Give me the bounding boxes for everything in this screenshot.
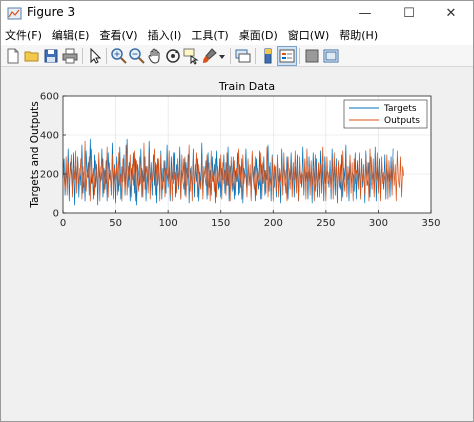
menu-desktop[interactable]: 桌面(D) [239, 27, 278, 43]
window-title: Figure 3 [27, 5, 76, 19]
x-tick-label: 100 [159, 218, 178, 229]
insert-colorbar-icon[interactable] [259, 47, 277, 65]
x-tick-label: 200 [264, 218, 283, 229]
toolbar-separator [255, 48, 256, 64]
rotate-3d-icon[interactable] [164, 47, 182, 65]
data-cursor-icon[interactable] [182, 47, 200, 65]
x-tick-label: 350 [421, 218, 440, 229]
chart-legend[interactable]: Targets Outputs [343, 99, 428, 129]
figure-toolbar [1, 45, 473, 67]
brush-dropdown-icon[interactable] [218, 47, 226, 65]
x-tick-label: 300 [369, 218, 388, 229]
y-tick-label: 200 [40, 170, 59, 181]
zoom-out-icon[interactable] [128, 47, 146, 65]
legend-label-targets: Targets [383, 104, 417, 114]
x-tick-label: 0 [60, 218, 66, 229]
menu-edit[interactable]: 编辑(E) [52, 27, 90, 43]
x-tick-label: 150 [211, 218, 230, 229]
legend-label-outputs: Outputs [384, 116, 420, 126]
menu-window[interactable]: 窗口(W) [288, 27, 329, 43]
figure-canvas: 0 50 100 150 200 250 300 350 0 200 400 600 Train Da… [1, 68, 473, 421]
select-arrow-icon[interactable] [86, 47, 104, 65]
brush-icon[interactable] [200, 47, 218, 65]
save-icon[interactable] [42, 47, 60, 65]
matlab-figure-icon [7, 7, 22, 20]
show-plot-tools-icon[interactable] [322, 47, 340, 65]
maximize-button[interactable]: ☐ [387, 1, 431, 25]
close-icon: ✕ [445, 5, 457, 21]
new-figure-icon[interactable] [4, 47, 22, 65]
insert-legend-icon[interactable] [277, 46, 297, 66]
toolbar-separator [299, 48, 300, 64]
y-axis-label: Targets and Outputs [29, 101, 41, 208]
link-plot-icon[interactable] [234, 47, 252, 65]
menu-file[interactable]: 文件(F) [5, 27, 42, 43]
print-icon[interactable] [61, 47, 79, 65]
menu-help[interactable]: 帮助(H) [339, 27, 378, 43]
train-data-chart: 0 50 100 150 200 250 300 350 0 200 400 600 Train Da… [29, 80, 441, 229]
y-tick-label: 400 [40, 131, 59, 142]
toolbar-separator [82, 48, 83, 64]
open-file-icon[interactable] [23, 47, 41, 65]
maximize-icon: ☐ [403, 5, 415, 21]
toolbar-separator [230, 48, 231, 64]
minimize-icon: — [358, 5, 372, 21]
y-tick-label: 600 [40, 92, 59, 103]
menu-insert[interactable]: 插入(I) [148, 27, 182, 43]
menu-bar: 文件(F) 编辑(E) 查看(V) 插入(I) 工具(T) 桌面(D) 窗口(W… [1, 25, 473, 45]
pan-hand-icon[interactable] [146, 47, 164, 65]
y-tick-label: 0 [53, 209, 59, 220]
chart-title: Train Data [218, 80, 275, 93]
hide-plot-tools-icon[interactable] [303, 47, 321, 65]
x-tick-label: 250 [316, 218, 335, 229]
figure-window: Figure 3 — ☐ ✕ 文件(F) 编辑(E) 查看(V) 插入(I) 工… [0, 0, 474, 422]
close-button[interactable]: ✕ [429, 1, 473, 25]
menu-tools[interactable]: 工具(T) [191, 27, 228, 43]
x-tick-label: 50 [109, 218, 122, 229]
title-bar[interactable]: Figure 3 — ☐ ✕ [1, 1, 473, 25]
zoom-in-icon[interactable] [110, 47, 128, 65]
minimize-button[interactable]: — [343, 1, 387, 25]
toolbar-separator [106, 48, 107, 64]
menu-view[interactable]: 查看(V) [99, 27, 137, 43]
